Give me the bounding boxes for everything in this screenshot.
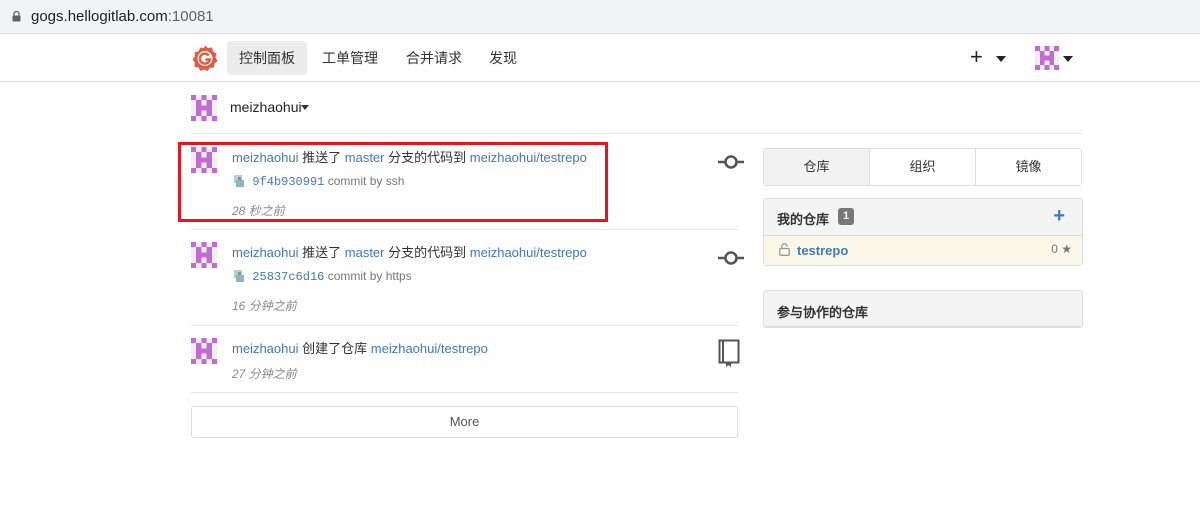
feed-action-line: meizhaohui 推送了 master 分支的代码到 meizhaohui/…	[232, 245, 587, 260]
chevron-down-icon[interactable]	[1063, 56, 1073, 62]
star-icon: ★	[1061, 242, 1072, 256]
tab-organizations[interactable]: 组织	[869, 149, 975, 185]
divider	[191, 325, 738, 326]
nav-issues[interactable]: 工单管理	[310, 41, 390, 75]
feed-repo-link[interactable]: meizhaohui/testrepo	[371, 341, 488, 356]
feed-user-link[interactable]: meizhaohui	[232, 341, 299, 356]
collab-repos-panel: 参与协作的仓库	[763, 290, 1083, 328]
divider	[191, 133, 1082, 134]
more-button[interactable]: More	[191, 406, 738, 438]
create-new-button[interactable]: +	[970, 46, 983, 68]
browser-url[interactable]: gogs.hellogitlab.com:10081	[31, 8, 214, 25]
context-username: meizhaohui	[230, 99, 302, 115]
chevron-down-icon	[301, 105, 309, 110]
highlight-box	[178, 142, 608, 222]
nav-dashboard[interactable]: 控制面板	[227, 41, 307, 75]
commit-sha-link[interactable]: 25837c6d16	[252, 270, 324, 284]
unlock-icon	[779, 243, 790, 256]
git-commit-icon	[718, 155, 744, 169]
avatar[interactable]	[191, 338, 217, 364]
feed-time: 16 分钟之前	[232, 299, 297, 313]
panel-title: 参与协作的仓库	[777, 305, 869, 320]
browser-address-bar[interactable]: gogs.hellogitlab.com:10081	[0, 0, 1200, 34]
repo-stars: 0 ★	[1051, 242, 1072, 256]
my-repos-panel: 我的仓库 1 + testrepo 0 ★	[763, 198, 1083, 266]
tab-mirrors[interactable]: 镜像	[975, 149, 1081, 185]
tab-repositories[interactable]: 仓库	[764, 149, 869, 185]
dashboard-tabs: 仓库 组织 镜像	[763, 148, 1082, 186]
user-avatar[interactable]	[1035, 46, 1059, 70]
feed-time: 27 分钟之前	[232, 367, 297, 381]
feed-user-link[interactable]: meizhaohui	[232, 245, 299, 260]
feed-repo-link[interactable]: meizhaohui/testrepo	[470, 245, 587, 260]
feed-item: meizhaohui 创建了仓库 meizhaohui/testrepo 27 …	[191, 338, 751, 382]
avatar[interactable]	[191, 242, 217, 268]
divider	[191, 229, 738, 230]
top-navbar: 控制面板 工单管理 合并请求 发现 +	[0, 34, 1200, 82]
chevron-down-icon[interactable]	[996, 56, 1006, 62]
nav-explore[interactable]: 发现	[477, 41, 529, 75]
feed-commit: 25837c6d16 commit by https	[232, 269, 412, 284]
gogs-logo-icon[interactable]	[191, 44, 219, 72]
committer-avatar-icon	[232, 269, 246, 283]
panel-header: 我的仓库 1 +	[764, 199, 1082, 236]
divider	[191, 392, 738, 393]
repo-list-item[interactable]: testrepo 0 ★	[764, 236, 1082, 265]
panel-title: 我的仓库	[777, 212, 830, 227]
nav-pull-requests[interactable]: 合并请求	[394, 41, 474, 75]
commit-message: commit by https	[327, 269, 412, 283]
repo-count-badge: 1	[838, 208, 854, 225]
feed-action-line: meizhaohui 创建了仓库 meizhaohui/testrepo	[232, 341, 488, 356]
book-icon	[718, 339, 740, 367]
lock-icon	[12, 11, 21, 22]
repo-name-link[interactable]: testrepo	[797, 243, 848, 258]
feed-item: meizhaohui 推送了 master 分支的代码到 meizhaohui/…	[191, 242, 751, 313]
feed-branch-link[interactable]: master	[345, 245, 385, 260]
avatar	[191, 95, 217, 121]
add-repo-button[interactable]: +	[1053, 206, 1065, 226]
git-commit-icon	[718, 251, 744, 265]
